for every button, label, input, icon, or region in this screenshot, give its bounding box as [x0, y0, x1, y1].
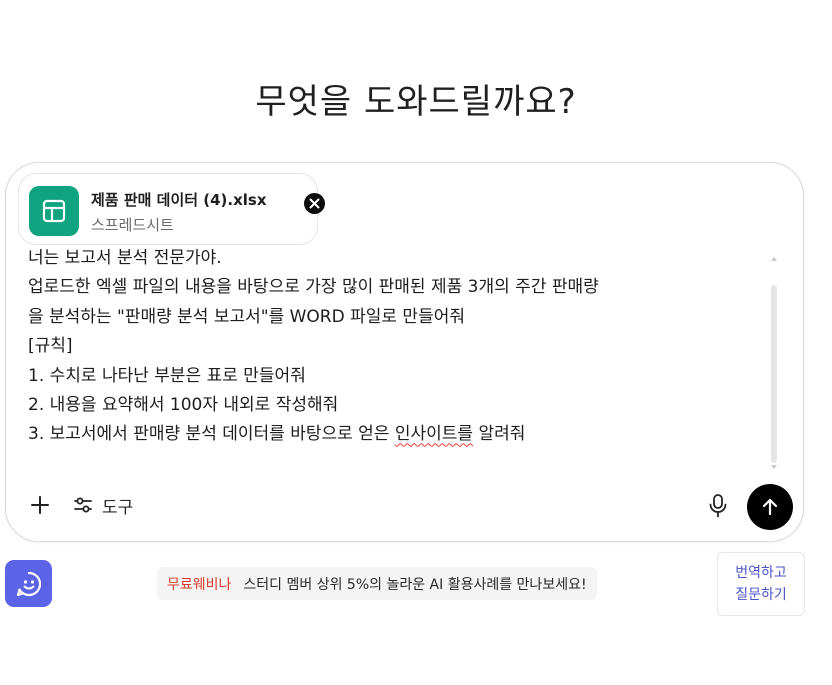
- prompt-line: 업로드한 엑셀 파일의 내용을 바탕으로 가장 많이 판매된 제품 3개의 주간…: [28, 277, 599, 298]
- smile-chat-icon: [16, 571, 41, 596]
- attachment-type: 스프레드시트: [91, 216, 174, 234]
- prompt-input[interactable]: 너는 보고서 분석 전문가야. 업로드한 엑셀 파일의 내용을 바탕으로 가장 …: [28, 249, 768, 465]
- tools-label: 도구: [102, 497, 134, 518]
- sliders-icon: [74, 497, 92, 513]
- prompt-line: 3. 보고서에서 판매량 분석 데이터를 바탕으로 얻은 인사이트를 알려줘: [28, 420, 599, 449]
- voice-input-button[interactable]: [706, 493, 730, 519]
- spreadsheet-icon: [29, 186, 79, 236]
- add-attachment-button[interactable]: [28, 493, 52, 517]
- microphone-icon: [709, 494, 727, 518]
- translate-label-line2: 질문하기: [735, 587, 787, 603]
- page-title: 무엇을 도와드릴까요?: [255, 82, 577, 122]
- assistant-launcher-button[interactable]: [5, 560, 52, 607]
- scroll-down-arrow-icon[interactable]: [771, 465, 777, 469]
- tools-button[interactable]: 도구: [72, 490, 133, 520]
- prompt-line: 너는 보고서 분석 전문가야.: [28, 249, 222, 268]
- scrollbar-thumb[interactable]: [771, 285, 777, 463]
- attachment-filename: 제품 판매 데이터 (4).xlsx: [91, 191, 267, 209]
- plus-icon: [31, 496, 49, 514]
- prompt-line: [규칙]: [28, 336, 73, 357]
- prompt-line: 1. 수치로 나타난 부분은 표로 만들어줘: [28, 365, 306, 386]
- prompt-text: 3. 보고서에서 판매량 분석 데이터를 바탕으로 얻은: [28, 424, 395, 445]
- prompt-line: 2. 내용을 요약해서 100자 내외로 작성해줘: [28, 395, 339, 416]
- chat-composer: 제품 판매 데이터 (4).xlsx 스프레드시트 너는 보고서 분석 전문가야…: [5, 162, 804, 542]
- translate-ask-button[interactable]: 번역하고 질문하기: [717, 552, 805, 616]
- spellcheck-flagged-word: 인사이트를: [394, 424, 474, 445]
- translate-label-line1: 번역하고: [735, 565, 787, 581]
- promo-tag: 무료웨비나: [167, 576, 232, 593]
- close-icon: [309, 198, 320, 209]
- prompt-scrollbar[interactable]: [771, 255, 777, 469]
- prompt-line: 을 분석하는 "판매량 분석 보고서"를 WORD 파일로 만들어줘: [28, 306, 465, 327]
- promo-text: 스터디 멤버 상위 5%의 놀라운 AI 활용사례를 만나보세요!: [243, 576, 587, 593]
- arrow-up-icon: [762, 498, 778, 516]
- attachment-card[interactable]: 제품 판매 데이터 (4).xlsx 스프레드시트: [18, 173, 325, 245]
- remove-attachment-button[interactable]: [304, 193, 325, 214]
- prompt-text: 알려줘: [473, 424, 526, 445]
- webinar-promo-banner[interactable]: 무료웨비나 스터디 멤버 상위 5%의 놀라운 AI 활용사례를 만나보세요!: [157, 567, 597, 600]
- send-button[interactable]: [747, 484, 793, 530]
- scroll-up-arrow-icon[interactable]: [771, 257, 777, 261]
